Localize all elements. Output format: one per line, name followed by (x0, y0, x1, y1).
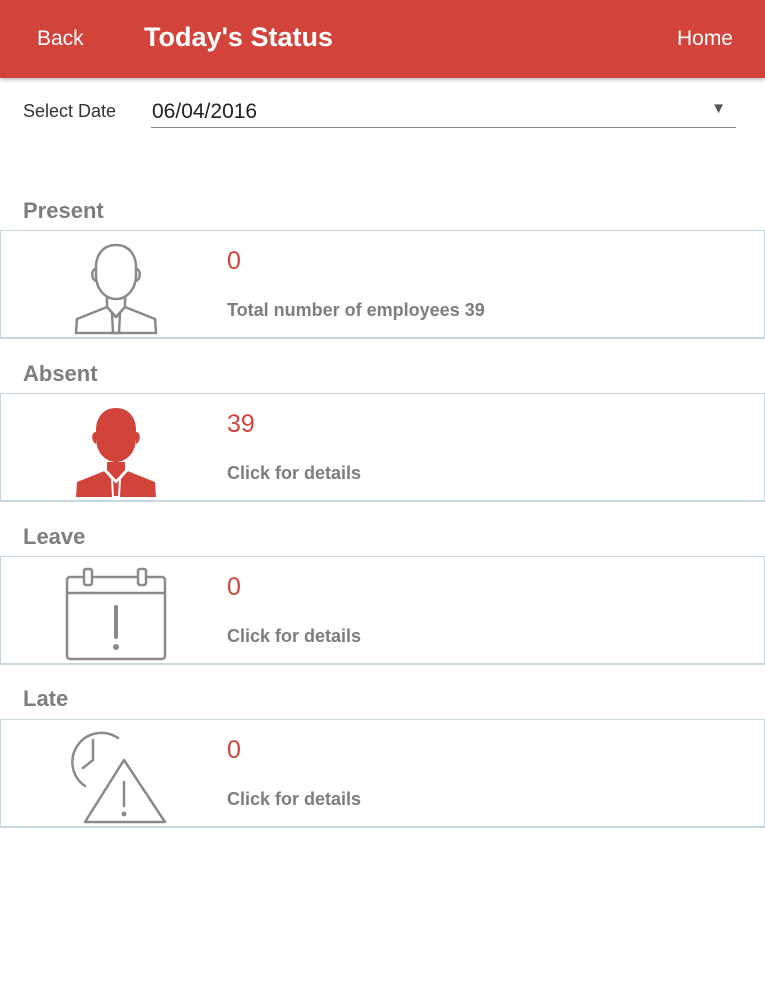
page-title: Today's Status (144, 22, 333, 52)
app-bar: Back Today's Status Home (0, 0, 765, 78)
present-card[interactable]: 0 Total number of employees 39 (0, 230, 765, 339)
home-button[interactable]: Home (677, 27, 733, 51)
absent-count: 39 (227, 410, 255, 438)
leave-section-title: Leave (23, 524, 86, 549)
late-subtitle: Click for details (227, 789, 362, 809)
late-section-title: Late (23, 686, 69, 711)
late-card[interactable]: 0 Click for details (0, 719, 765, 828)
leave-subtitle: Click for details (227, 626, 362, 646)
clock-warning-icon (71, 731, 167, 824)
leave-card[interactable]: 0 Click for details (0, 556, 765, 665)
person-filled-icon (76, 408, 156, 498)
present-count: 0 (227, 247, 241, 275)
person-outline-icon (74, 243, 158, 335)
select-date-label: Select Date (23, 101, 117, 121)
late-count: 0 (227, 736, 241, 764)
absent-subtitle: Click for details (227, 463, 362, 483)
absent-card[interactable]: 39 Click for details (0, 393, 765, 502)
absent-section-title: Absent (23, 361, 98, 386)
present-subtitle: Total number of employees 39 (227, 300, 485, 320)
leave-count: 0 (227, 573, 241, 601)
present-section-title: Present (23, 198, 104, 223)
calendar-alert-icon (65, 567, 167, 661)
date-dropdown[interactable]: 06/04/2016 ▼ (151, 94, 736, 128)
dropdown-arrow-icon[interactable]: ▼ (711, 100, 726, 117)
date-value: 06/04/2016 (152, 100, 258, 123)
back-button[interactable]: Back (37, 27, 84, 51)
